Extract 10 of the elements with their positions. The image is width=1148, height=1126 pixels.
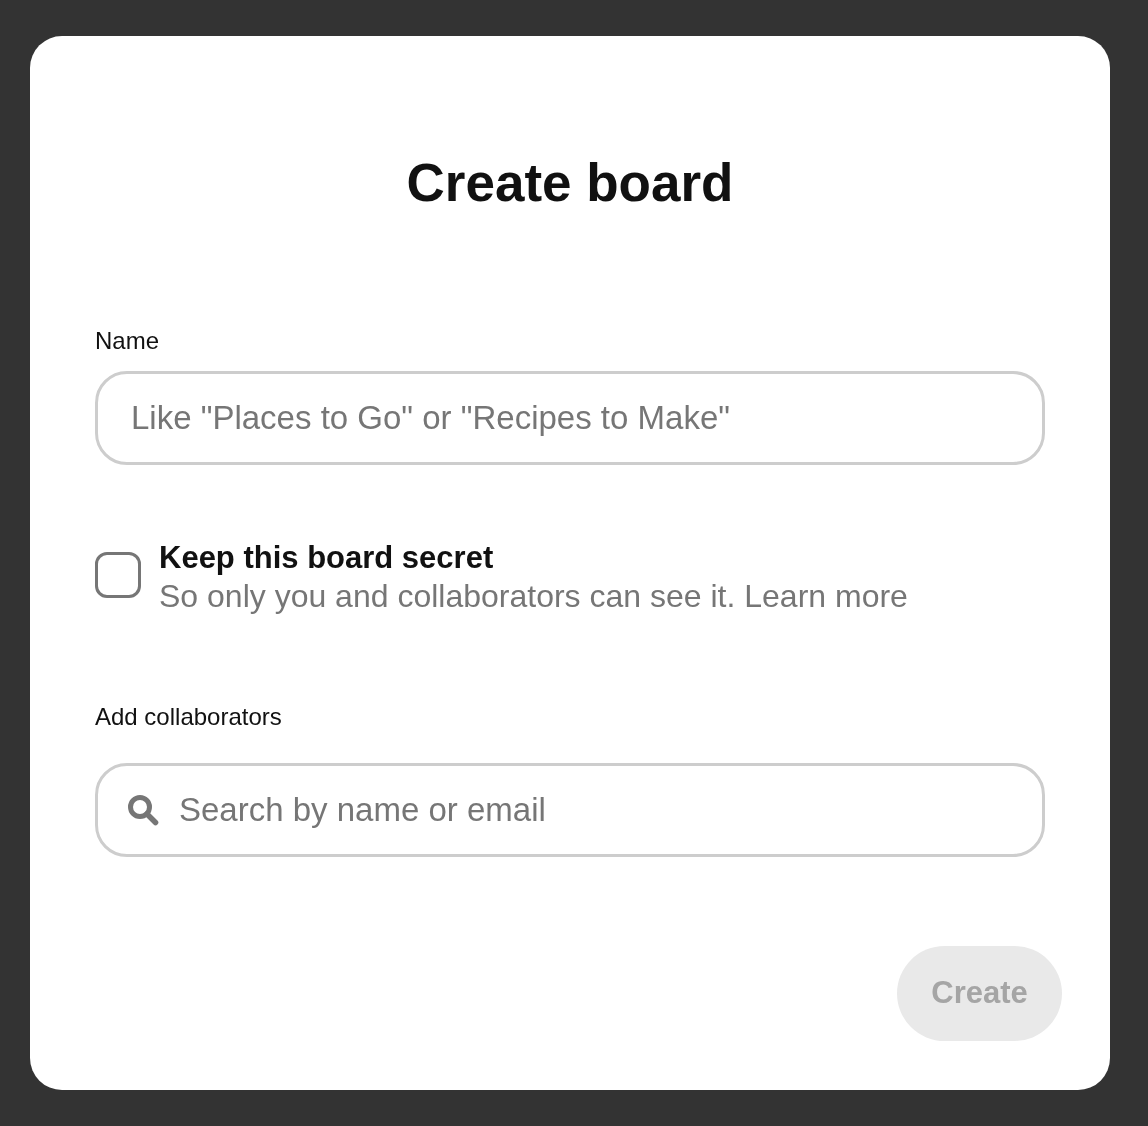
dialog-title: Create board	[406, 153, 734, 213]
search-icon	[127, 794, 159, 826]
field-label: Add collaborators	[95, 703, 282, 731]
learn-more-link[interactable]: Learn more	[744, 578, 908, 614]
checkbox-label: Keep this board secret	[159, 540, 494, 576]
field-label: Name	[95, 327, 160, 355]
name-input[interactable]: Like "Places to Go" or "Recipes to Make"	[95, 371, 1045, 465]
secret-checkbox[interactable]	[95, 552, 141, 598]
search-field[interactable]: Search by name or email	[95, 763, 1045, 857]
checkbox-description: So only you and collaborators can see it. Learn more	[159, 578, 908, 614]
